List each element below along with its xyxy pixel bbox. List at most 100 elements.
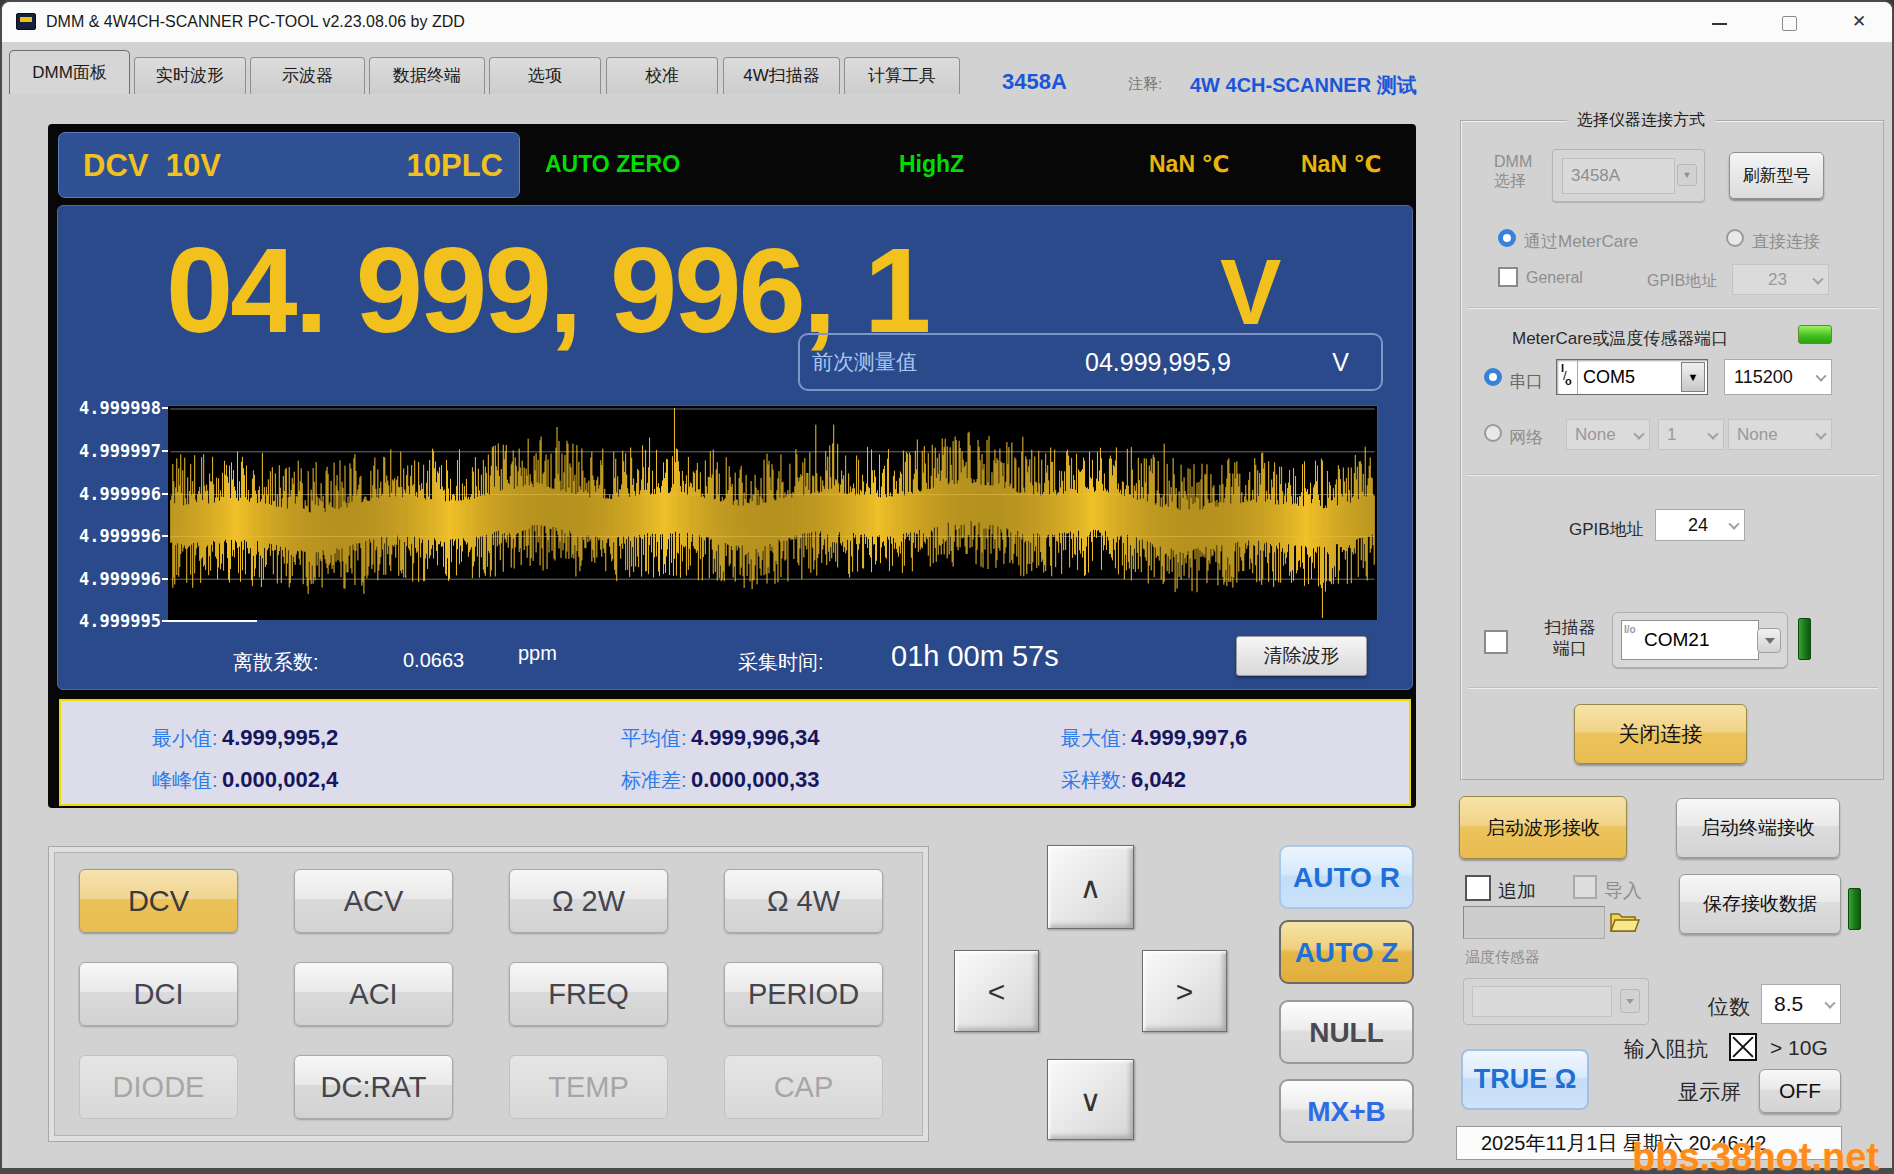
- impedance-value: > 10G: [1770, 1036, 1828, 1060]
- stat-item: 最大值: 4.999,997,6: [1061, 725, 1247, 752]
- dmm-model-value: 3458A: [1562, 158, 1675, 194]
- baud-combo[interactable]: 115200: [1724, 359, 1832, 395]
- mode-button-AUTO Z[interactable]: AUTO Z: [1279, 920, 1414, 984]
- scanner-port-label: 扫描器端口: [1535, 617, 1605, 659]
- window-title: DMM & 4W4CH-SCANNER PC-TOOL v2.23.08.06 …: [46, 2, 465, 42]
- general-checkbox-label: General: [1526, 269, 1583, 287]
- tab-示波器[interactable]: 示波器: [250, 57, 365, 94]
- dmm-model-dropdown-icon[interactable]: ▼: [1677, 164, 1697, 186]
- net-combo-2[interactable]: 1: [1658, 419, 1724, 450]
- connection-group-title: 选择仪器连接方式: [1567, 110, 1715, 131]
- function-button-DC:RAT[interactable]: DC:RAT: [294, 1055, 453, 1119]
- tab-实时波形[interactable]: 实时波形: [134, 57, 246, 94]
- function-button-PERIOD[interactable]: PERIOD: [724, 962, 883, 1026]
- temp-sensor-dropdown-icon[interactable]: [1620, 989, 1640, 1013]
- radio-direct[interactable]: [1726, 229, 1744, 247]
- radio-metercare-label: 通过MeterCare: [1524, 230, 1638, 253]
- mode-button-AUTO R[interactable]: AUTO R: [1279, 845, 1414, 909]
- net-combo-3[interactable]: None: [1728, 419, 1832, 450]
- reading-area: 04. 999, 996, 1 V 前次测量值 04.999,995,9 V 4…: [57, 205, 1413, 690]
- temp-sensor-combo[interactable]: [1463, 978, 1649, 1025]
- io-icon: I/o: [1557, 360, 1578, 394]
- gpib2-combo[interactable]: 24: [1655, 509, 1745, 541]
- scanner-port-combo[interactable]: I/o COM21: [1612, 612, 1788, 668]
- serial-port-combo[interactable]: I/o COM5 ▼: [1556, 359, 1708, 395]
- gpib1-combo[interactable]: 23: [1732, 264, 1829, 295]
- function-button-Ω 4W[interactable]: Ω 4W: [724, 869, 883, 933]
- folder-browse-button[interactable]: [1609, 908, 1655, 938]
- io-icon: I/o: [1624, 624, 1640, 656]
- arrow-button-up[interactable]: ∧: [1047, 845, 1134, 929]
- serial-port-value: COM5: [1583, 360, 1635, 394]
- auto-zero-indicator: AUTO ZERO: [545, 151, 680, 178]
- y-axis-label: 4.999995: [66, 611, 161, 631]
- clear-waveform-button[interactable]: 清除波形: [1236, 636, 1367, 676]
- close-connection-button[interactable]: 关闭连接: [1574, 704, 1747, 764]
- stat-item: 采样数: 6,042: [1061, 767, 1186, 794]
- serial-port-dropdown-icon[interactable]: ▼: [1681, 362, 1705, 392]
- display-screen-label: 显示屏: [1678, 1078, 1741, 1106]
- temp2-indicator: NaN ℃: [1301, 151, 1381, 178]
- tab-4W扫描器[interactable]: 4W扫描器: [723, 57, 840, 94]
- folder-icon: [1609, 908, 1643, 934]
- import-checkbox[interactable]: [1573, 875, 1597, 899]
- mode-button-MX+B[interactable]: MX+B: [1279, 1079, 1414, 1143]
- append-checkbox[interactable]: [1465, 875, 1491, 901]
- arrow-button-left[interactable]: <: [954, 950, 1039, 1032]
- digits-combo[interactable]: 8.5: [1761, 984, 1841, 1024]
- file-path-field[interactable]: [1463, 906, 1605, 939]
- net-combo-1[interactable]: None: [1566, 419, 1650, 450]
- function-button-FREQ[interactable]: FREQ: [509, 962, 668, 1026]
- scanner-port-dropdown-icon[interactable]: [1757, 628, 1781, 653]
- radio-metercare[interactable]: [1498, 229, 1516, 247]
- function-button-DCI[interactable]: DCI: [79, 962, 238, 1026]
- tab-计算工具[interactable]: 计算工具: [844, 57, 960, 94]
- y-axis-label: 4.999996: [66, 526, 161, 546]
- minimize-button[interactable]: [1696, 2, 1742, 42]
- impedance-label: 输入阻抗: [1624, 1035, 1708, 1063]
- function-button-Ω 2W[interactable]: Ω 2W: [509, 869, 668, 933]
- refresh-model-button[interactable]: 刷新型号: [1729, 152, 1824, 199]
- connection-group-box: [1460, 120, 1884, 780]
- tab-bar: DMM面板实时波形示波器数据终端选项校准4W扫描器计算工具 3458A 注释: …: [2, 42, 1892, 94]
- start-waveform-button[interactable]: 启动波形接收: [1459, 796, 1627, 859]
- dmm-model-combo[interactable]: 3458A ▼: [1552, 149, 1705, 202]
- radio-network[interactable]: [1484, 424, 1502, 442]
- arrow-button-right[interactable]: >: [1142, 950, 1227, 1032]
- general-checkbox[interactable]: [1498, 267, 1518, 287]
- display-off-button[interactable]: OFF: [1759, 1069, 1841, 1113]
- mode-button-NULL[interactable]: NULL: [1279, 1000, 1414, 1064]
- waveform-chart: [168, 405, 1378, 620]
- scanner-checkbox[interactable]: [1484, 630, 1508, 654]
- gpib1-label: GPIB地址: [1647, 271, 1717, 292]
- scatter-coef-unit: ppm: [518, 642, 557, 665]
- tab-选项[interactable]: 选项: [489, 57, 601, 94]
- tab-DMM面板[interactable]: DMM面板: [9, 50, 130, 94]
- dmm-select-label: DMM选择: [1494, 152, 1532, 190]
- radio-serial[interactable]: [1484, 368, 1502, 386]
- port-section-label: MeterCare或温度传感器端口: [1512, 327, 1728, 350]
- arrow-button-down[interactable]: ∨: [1047, 1059, 1134, 1140]
- function-button-ACI[interactable]: ACI: [294, 962, 453, 1026]
- scanner-port-value: COM21: [1644, 621, 1709, 659]
- maximize-button[interactable]: [1766, 2, 1812, 42]
- gpib2-label: GPIB地址: [1569, 518, 1644, 541]
- scatter-coef-value: 0.0663: [403, 649, 464, 672]
- display-panel: DCV 10V 10PLC AUTO ZERO HighZ NaN ℃ NaN …: [48, 124, 1416, 808]
- app-icon: [16, 13, 36, 30]
- function-button-DCV[interactable]: DCV: [79, 869, 238, 933]
- tab-数据终端[interactable]: 数据终端: [369, 57, 485, 94]
- save-data-button[interactable]: 保存接收数据: [1679, 874, 1841, 934]
- metercare-led: [1798, 325, 1832, 344]
- close-button[interactable]: ✕: [1836, 2, 1882, 42]
- import-checkbox-label: 导入: [1604, 878, 1642, 904]
- tab-校准[interactable]: 校准: [606, 57, 718, 94]
- function-button-ACV[interactable]: ACV: [294, 869, 453, 933]
- start-terminal-button[interactable]: 启动终端接收: [1676, 798, 1840, 858]
- y-axis-label: 4.999998: [66, 398, 161, 418]
- impedance-checkbox[interactable]: [1729, 1033, 1757, 1061]
- previous-reading-value: 04.999,995,9: [1085, 335, 1231, 389]
- true-ohm-button[interactable]: TRUE Ω: [1461, 1049, 1589, 1110]
- temp-sensor-label: 温度传感器: [1465, 948, 1540, 967]
- main-reading-unit: V: [1220, 240, 1281, 345]
